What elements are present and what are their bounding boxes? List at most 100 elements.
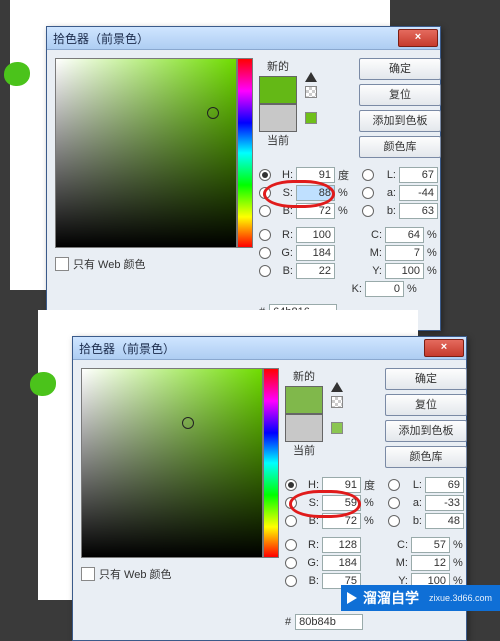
- deg-unit: 度: [335, 167, 352, 183]
- b-lab-label: b:: [376, 205, 399, 217]
- a-input[interactable]: -33: [425, 495, 464, 511]
- watermark-brand: 溜溜自学: [363, 588, 419, 608]
- reset-button[interactable]: 复位: [385, 394, 467, 416]
- web-colors-label: 只有 Web 颜色: [99, 566, 172, 582]
- hue-radio[interactable]: [259, 169, 271, 181]
- hue-radio[interactable]: [285, 479, 297, 491]
- new-label: 新的: [259, 58, 297, 74]
- hex-input[interactable]: 80b84b: [295, 614, 363, 630]
- sb-marker[interactable]: [207, 107, 219, 119]
- r-radio[interactable]: [285, 539, 297, 551]
- titlebar[interactable]: 拾色器（前景色） ×: [73, 337, 466, 360]
- b-lab-input[interactable]: 63: [399, 203, 438, 219]
- gamut-swatch-icon[interactable]: [305, 86, 317, 98]
- sat-radio[interactable]: [285, 497, 297, 509]
- a-input[interactable]: -44: [399, 185, 438, 201]
- watermark: 溜溜自学 zixue.3d66.com: [341, 585, 500, 611]
- web-colors-label: 只有 Web 颜色: [73, 256, 146, 272]
- new-label: 新的: [285, 368, 323, 384]
- m-input[interactable]: 7: [385, 245, 424, 261]
- hue-slider[interactable]: [263, 368, 279, 558]
- c-input[interactable]: 57: [411, 537, 450, 553]
- close-button[interactable]: ×: [398, 29, 438, 47]
- titlebar[interactable]: 拾色器（前景色） ×: [47, 27, 440, 50]
- g-input[interactable]: 184: [296, 245, 335, 261]
- reset-button[interactable]: 复位: [359, 84, 441, 106]
- sat-radio[interactable]: [259, 187, 271, 199]
- pct-unit: %: [335, 187, 352, 199]
- bch-label: B:: [273, 265, 296, 277]
- color-lib-button[interactable]: 颜色库: [359, 136, 441, 158]
- h-label: H:: [273, 169, 296, 181]
- current-label: 当前: [285, 442, 323, 458]
- g-input[interactable]: 184: [322, 555, 361, 571]
- websafe-swatch-icon[interactable]: [331, 422, 343, 434]
- l-label: L:: [376, 169, 399, 181]
- a-radio[interactable]: [362, 187, 374, 199]
- dialog-title: 拾色器（前景色）: [53, 30, 149, 47]
- swatch-current[interactable]: [285, 414, 323, 442]
- swatch-new: [285, 386, 323, 414]
- s-input[interactable]: 88: [296, 185, 335, 201]
- r-input[interactable]: 100: [296, 227, 335, 243]
- g-radio[interactable]: [285, 557, 297, 569]
- color-lib-button[interactable]: 颜色库: [385, 446, 467, 468]
- b-lab-input[interactable]: 48: [425, 513, 464, 529]
- swatch-current[interactable]: [259, 104, 297, 132]
- web-colors-checkbox[interactable]: [55, 257, 69, 271]
- r-input[interactable]: 128: [322, 537, 361, 553]
- s-input[interactable]: 59: [322, 495, 361, 511]
- c-label: C:: [362, 229, 385, 241]
- brush-preview-dot: [30, 372, 56, 396]
- gamut-warning-icon[interactable]: [305, 72, 317, 82]
- bch-radio[interactable]: [285, 575, 297, 587]
- g-label: G:: [273, 247, 296, 259]
- r-label: R:: [273, 229, 296, 241]
- b-lab-radio[interactable]: [362, 205, 374, 217]
- swatch-new: [259, 76, 297, 104]
- y-input[interactable]: 100: [385, 263, 424, 279]
- sb-marker[interactable]: [182, 417, 194, 429]
- l-input[interactable]: 69: [425, 477, 464, 493]
- ok-button[interactable]: 确定: [359, 58, 441, 80]
- saturation-brightness-field[interactable]: [55, 58, 237, 248]
- m-input[interactable]: 12: [411, 555, 450, 571]
- add-swatch-button[interactable]: 添加到色板: [385, 420, 467, 442]
- y-label: Y:: [362, 265, 385, 277]
- g-radio[interactable]: [259, 247, 271, 259]
- ok-button[interactable]: 确定: [385, 368, 467, 390]
- bv-input[interactable]: 72: [322, 513, 361, 529]
- websafe-swatch-icon[interactable]: [305, 112, 317, 124]
- web-colors-checkbox[interactable]: [81, 567, 95, 581]
- m-label: M:: [362, 247, 385, 259]
- bv-input[interactable]: 72: [296, 203, 335, 219]
- current-label: 当前: [259, 132, 297, 148]
- gamut-swatch-icon[interactable]: [331, 396, 343, 408]
- saturation-brightness-field[interactable]: [81, 368, 263, 558]
- hue-slider[interactable]: [237, 58, 253, 248]
- a-label: a:: [376, 187, 399, 199]
- bright-radio[interactable]: [285, 515, 297, 527]
- s-label: S:: [273, 187, 296, 199]
- b-lab-radio[interactable]: [388, 515, 400, 527]
- dialog-title: 拾色器（前景色）: [79, 340, 175, 357]
- l-radio[interactable]: [362, 169, 374, 181]
- gamut-warning-icon[interactable]: [331, 382, 343, 392]
- bch-radio[interactable]: [259, 265, 271, 277]
- close-button[interactable]: ×: [424, 339, 464, 357]
- color-picker-dialog: 拾色器（前景色） × 只有 Web 颜色 新的: [46, 26, 441, 331]
- a-radio[interactable]: [388, 497, 400, 509]
- l-input[interactable]: 67: [399, 167, 438, 183]
- bch-input[interactable]: 22: [296, 263, 335, 279]
- r-radio[interactable]: [259, 229, 271, 241]
- play-icon: [347, 592, 357, 604]
- bright-radio[interactable]: [259, 205, 271, 217]
- brush-preview-dot: [4, 62, 30, 86]
- h-input[interactable]: 91: [296, 167, 335, 183]
- c-input[interactable]: 64: [385, 227, 424, 243]
- h-input[interactable]: 91: [322, 477, 361, 493]
- l-radio[interactable]: [388, 479, 400, 491]
- bv-label: B:: [273, 205, 296, 217]
- add-swatch-button[interactable]: 添加到色板: [359, 110, 441, 132]
- k-input[interactable]: 0: [365, 281, 404, 297]
